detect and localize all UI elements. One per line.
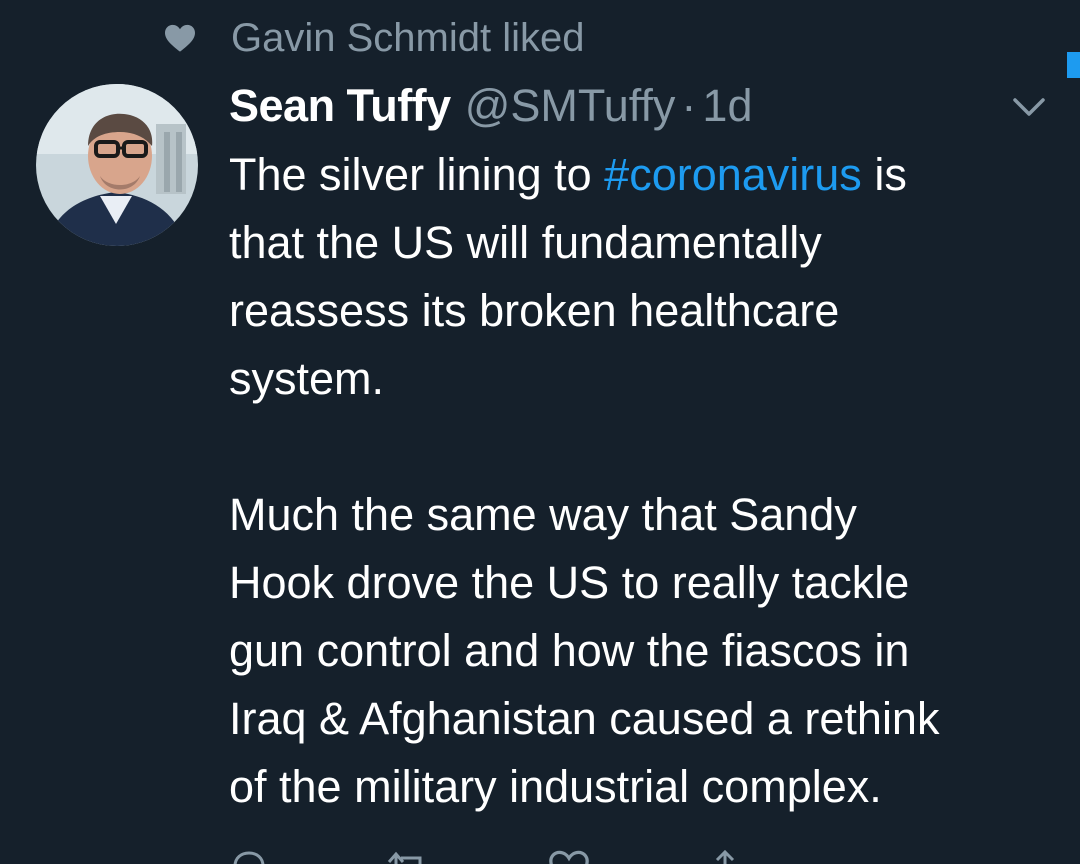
tweet-text-line: reassess its broken healthcare <box>229 285 840 336</box>
reply-button[interactable] <box>229 848 295 864</box>
tweet-text: The silver lining to #coronavirus is tha… <box>229 141 1049 821</box>
avatar[interactable] <box>36 84 198 246</box>
social-context-label: Gavin Schmidt liked <box>231 15 585 60</box>
paragraph-break <box>229 413 1049 481</box>
action-bar <box>229 848 1029 864</box>
tweet-text-line: that the US will fundamentally <box>229 217 822 268</box>
tweet-text-line: Hook drove the US to really tackle <box>229 557 910 608</box>
share-icon <box>715 849 735 864</box>
tweet-text-line: of the military industrial complex. <box>229 761 882 812</box>
tweet-text-line: The silver lining to #coronavirus is <box>229 141 1049 209</box>
scrollbar[interactable] <box>1067 52 1080 78</box>
heart-icon <box>165 24 195 52</box>
display-name[interactable]: Sean Tuffy <box>229 76 451 136</box>
social-context: Gavin Schmidt liked <box>163 12 584 64</box>
tweet-header: Sean Tuffy @SMTuffy · 1d <box>229 76 752 136</box>
tweet-text-line: gun control and how the fiascos in <box>229 625 910 676</box>
chevron-down-icon[interactable] <box>1012 96 1046 118</box>
retweet-button[interactable] <box>385 848 457 864</box>
retweet-icon <box>387 851 422 864</box>
separator-dot: · <box>681 80 697 131</box>
tweet-text-line: Iraq & Afghanistan caused a rethink <box>229 693 940 744</box>
hashtag-link[interactable]: #coronavirus <box>604 149 862 200</box>
tweet-text-segment: The silver lining to <box>229 149 605 200</box>
reply-icon <box>233 851 265 864</box>
share-button[interactable] <box>707 848 769 864</box>
user-handle[interactable]: @SMTuffy <box>465 76 676 136</box>
like-icon <box>549 850 589 864</box>
timestamp[interactable]: 1d <box>702 76 752 136</box>
like-button[interactable] <box>547 848 617 864</box>
tweet-text-segment: is <box>861 149 907 200</box>
tweet-text-line: Much the same way that Sandy <box>229 489 857 540</box>
tweet-text-line: system. <box>229 353 385 404</box>
